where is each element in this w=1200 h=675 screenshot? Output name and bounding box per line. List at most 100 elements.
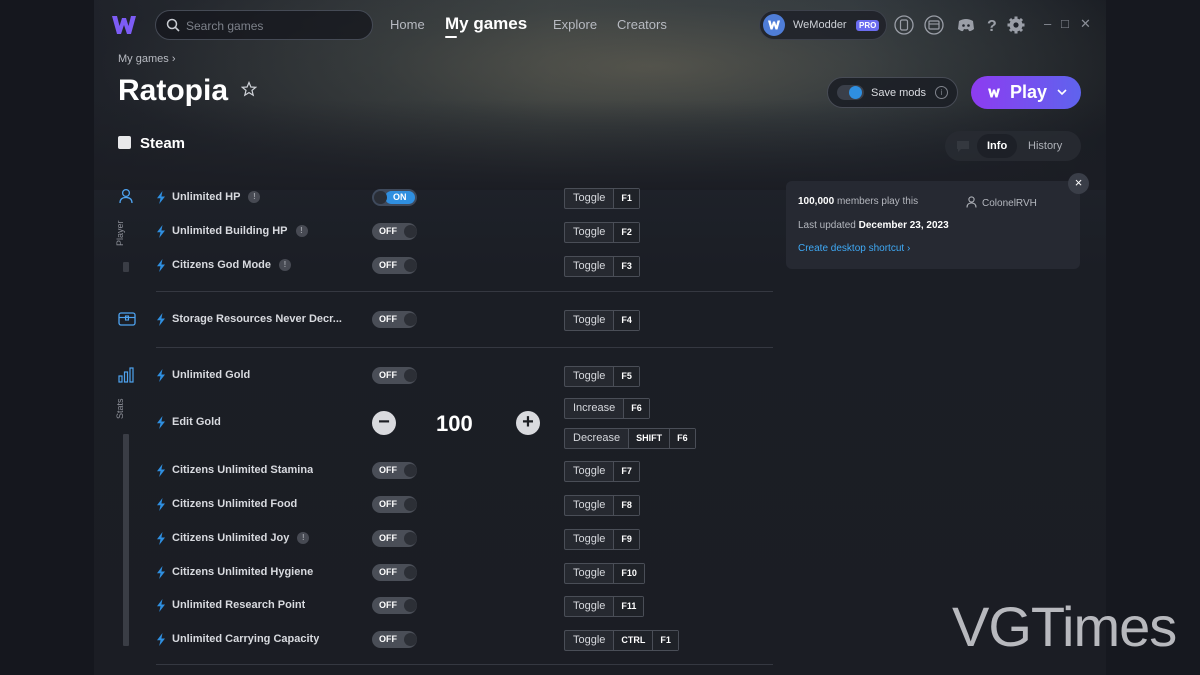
cheat-row-unlimited-building-hp: Unlimited Building HP! OFF Toggle F2	[156, 219, 773, 245]
wemod-logo-icon[interactable]	[111, 13, 137, 37]
warning-icon[interactable]: !	[279, 259, 291, 271]
cheat-name: Storage Resources Never Decr...	[172, 313, 342, 325]
hotkey-action-label: Toggle	[565, 367, 615, 386]
decrease-button[interactable]: −	[372, 411, 396, 435]
hotkey-button[interactable]: Toggle F2	[564, 222, 640, 243]
cheat-row-storage-resources-never-decr: Storage Resources Never Decr... OFF Toggle…	[156, 307, 773, 333]
toggle-state: OFF	[379, 260, 397, 270]
hotkey-key: F6	[624, 399, 649, 418]
cheat-toggle-switch[interactable]: OFF	[372, 462, 417, 479]
lightning-bolt-icon	[157, 464, 165, 477]
save-mods-toggle[interactable]: Save mods i	[827, 77, 958, 108]
cheat-toggle-switch[interactable]: OFF	[372, 257, 417, 274]
hotkey-button[interactable]: Toggle F11	[564, 596, 645, 617]
cheat-toggle-switch[interactable]: OFF	[372, 631, 417, 648]
cheat-toggle-switch[interactable]: OFF	[372, 597, 417, 614]
cheat-name: Unlimited Research Point	[172, 599, 306, 611]
window-close-button[interactable]: ✕	[1080, 16, 1091, 32]
cheat-name: Citizens Unlimited Stamina	[172, 464, 314, 476]
discord-icon[interactable]	[956, 15, 976, 35]
help-icon[interactable]: ?	[982, 15, 1002, 35]
search-input[interactable]	[186, 17, 366, 35]
cheat-toggle-switch[interactable]: ON	[372, 189, 417, 206]
increase-button[interactable]: +	[516, 411, 540, 435]
cheat-row-citizens-god-mode: Citizens God Mode! OFF Toggle F3	[156, 253, 773, 279]
right-bezel	[1106, 0, 1200, 675]
close-info-panel-button[interactable]: ×	[1068, 173, 1089, 194]
steam-icon	[118, 136, 131, 149]
cheat-toggle-switch[interactable]: OFF	[372, 223, 417, 240]
nav-explore[interactable]: Explore	[553, 17, 597, 32]
hotkey-button[interactable]: Toggle F9	[564, 529, 640, 550]
lightning-bolt-icon	[157, 259, 165, 272]
warning-icon[interactable]: !	[295, 225, 308, 237]
lightning-bolt-icon	[157, 566, 165, 579]
tab-info[interactable]: Info	[987, 140, 1007, 152]
hotkey-button[interactable]: Toggle CTRL F1	[564, 630, 679, 651]
hotkey-action-label: Toggle	[565, 530, 615, 549]
author-name[interactable]: ColonelRVH	[982, 198, 1037, 209]
save-mods-switch[interactable]	[837, 85, 864, 100]
hotkey-increase[interactable]: Increase F6	[564, 398, 650, 419]
hotkey-action-label: Toggle	[565, 597, 615, 616]
play-button[interactable]: Play	[971, 76, 1081, 109]
settings-gear-icon[interactable]	[1006, 15, 1026, 35]
window-maximize-button[interactable]: □	[1061, 16, 1069, 32]
cheat-toggle-switch[interactable]: OFF	[372, 530, 417, 547]
toggle-knob	[404, 313, 417, 326]
hotkey-button[interactable]: Toggle F7	[564, 461, 640, 482]
overlay-icon[interactable]	[924, 15, 944, 35]
hotkey-button[interactable]: Toggle F5	[564, 366, 640, 387]
tab-history[interactable]: History	[1028, 140, 1062, 152]
toggle-knob	[404, 633, 417, 646]
cheat-toggle-switch[interactable]: OFF	[372, 564, 417, 581]
toggle-knob	[404, 566, 417, 579]
left-bezel	[0, 0, 94, 675]
mod-author[interactable]: ColonelRVH	[966, 196, 1037, 209]
wemod-play-icon	[988, 88, 1000, 98]
hotkey-action-label: Increase	[565, 399, 625, 418]
cheat-row-citizens-unlimited-food: Citizens Unlimited Food OFF Toggle F8	[156, 492, 773, 518]
info-icon[interactable]: i	[935, 86, 948, 99]
lightning-bolt-icon	[157, 498, 165, 511]
create-desktop-shortcut-link[interactable]: Create desktop shortcut ›	[798, 243, 910, 254]
window-minimize-button[interactable]: –	[1044, 16, 1051, 32]
cheat-toggle-switch[interactable]: OFF	[372, 496, 417, 513]
hotkey-button[interactable]: Toggle F1	[564, 188, 640, 209]
toggle-knob	[404, 225, 417, 238]
toggle-knob	[404, 599, 417, 612]
category-label-player: Player	[115, 220, 125, 246]
search-icon	[166, 18, 180, 32]
gold-value[interactable]: 100	[436, 411, 473, 437]
warning-icon[interactable]: !	[297, 532, 310, 544]
chevron-down-icon[interactable]	[1057, 88, 1067, 96]
search-box[interactable]	[155, 10, 373, 40]
controller-icon[interactable]	[894, 15, 914, 35]
toggle-state: OFF	[379, 465, 397, 475]
hotkey-button[interactable]: Toggle F8	[564, 495, 640, 516]
warning-icon[interactable]: !	[248, 191, 261, 203]
hotkey-button[interactable]: Toggle F4	[564, 310, 640, 331]
hotkey-button[interactable]: Toggle F10	[564, 563, 645, 584]
nav-creators[interactable]: Creators	[617, 17, 667, 32]
nav-my-games[interactable]: My games	[445, 14, 527, 34]
nav-home[interactable]: Home	[390, 17, 425, 32]
hotkey-key: F3	[614, 257, 639, 276]
hotkey-decrease[interactable]: Decrease SHIFT F6	[564, 428, 696, 449]
save-mods-knob	[849, 86, 862, 99]
cheat-toggle-switch[interactable]: OFF	[372, 311, 417, 328]
breadcrumb: My games ›	[118, 53, 175, 65]
breadcrumb-my-games[interactable]: My games	[118, 53, 169, 65]
cheat-toggle-switch[interactable]: OFF	[372, 367, 417, 384]
hotkey-key: F10	[614, 564, 644, 583]
favorite-star-icon[interactable]	[241, 81, 257, 97]
hotkey-button[interactable]: Toggle F3	[564, 256, 640, 277]
cheat-row-unlimited-carrying-capacity: Unlimited Carrying Capacity OFF Toggle CTRL…	[156, 627, 773, 653]
hotkey-key: F8	[614, 496, 639, 515]
lightning-bolt-icon	[157, 369, 165, 382]
user-profile-button[interactable]: WeModder PRO	[759, 10, 887, 40]
hotkey-key: F2	[614, 223, 639, 242]
hotkey-action-label: Toggle	[565, 257, 615, 276]
user-icon	[966, 196, 977, 208]
username: WeModder	[793, 19, 847, 31]
